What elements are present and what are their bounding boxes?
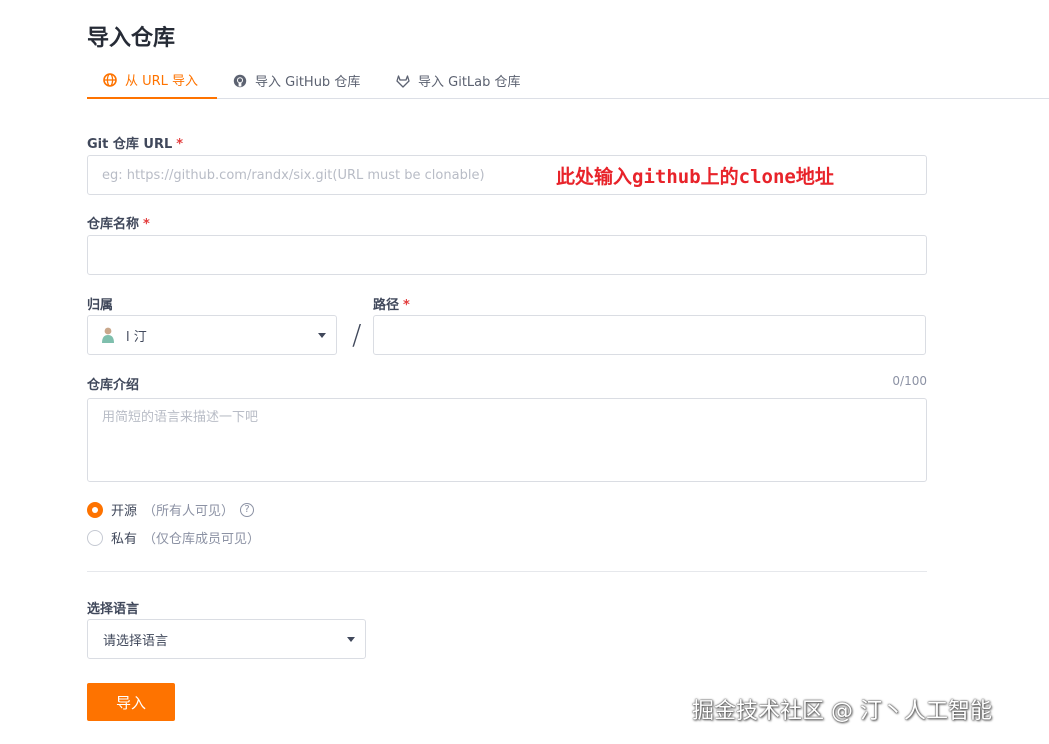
private-radio[interactable] <box>87 529 103 546</box>
path-input[interactable] <box>373 315 926 355</box>
required-mark: * <box>403 298 410 313</box>
description-label: 仓库介绍 <box>87 378 140 393</box>
tab-from-url[interactable]: 从 URL 导入 <box>87 62 217 99</box>
private-hint: （仅仓库成员可见） <box>143 532 261 547</box>
language-label: 选择语言 <box>87 602 140 617</box>
repo-name-input[interactable] <box>87 235 927 275</box>
owner-select[interactable]: l 汀 <box>87 315 337 355</box>
visibility-private-option[interactable]: 私有 （仅仓库成员可见） <box>87 528 260 547</box>
github-icon <box>233 74 247 88</box>
import-button[interactable]: 导入 <box>87 683 175 721</box>
section-divider <box>87 571 927 572</box>
description-textarea[interactable] <box>87 398 927 482</box>
chevron-down-icon <box>318 333 326 338</box>
import-tabs: 从 URL 导入 导入 GitHub 仓库 导入 GitLab 仓库 <box>87 62 1049 99</box>
gitlab-icon <box>396 74 410 88</box>
owner-value: l 汀 <box>126 329 147 345</box>
tab-gitlab[interactable]: 导入 GitLab 仓库 <box>396 62 521 99</box>
required-mark: * <box>143 217 150 232</box>
path-label: 路径 * <box>373 298 410 313</box>
tab-label: 导入 GitLab 仓库 <box>418 75 521 90</box>
public-label: 开源 <box>111 504 138 519</box>
owner-label: 归属 <box>87 298 114 313</box>
public-radio[interactable] <box>87 501 103 518</box>
language-value: 请选择语言 <box>103 633 169 649</box>
globe-icon <box>103 72 117 87</box>
path-separator: / <box>352 318 362 351</box>
description-counter: 0/100 <box>892 374 927 388</box>
repo-name-label: 仓库名称 * <box>87 217 150 232</box>
page-title: 导入仓库 <box>87 26 176 51</box>
git-url-label: Git 仓库 URL * <box>87 137 184 152</box>
tab-github[interactable]: 导入 GitHub 仓库 <box>233 62 360 99</box>
chevron-down-icon <box>347 637 355 642</box>
public-hint: （所有人可见） <box>143 504 235 519</box>
language-select[interactable]: 请选择语言 <box>87 619 366 659</box>
help-icon[interactable]: ? <box>240 502 255 517</box>
tab-label: 导入 GitHub 仓库 <box>255 75 361 90</box>
required-mark: * <box>176 137 184 152</box>
tab-label: 从 URL 导入 <box>125 74 199 89</box>
private-label: 私有 <box>111 532 138 547</box>
avatar <box>100 326 116 344</box>
visibility-public-option[interactable]: 开源 （所有人可见） ? <box>87 500 255 519</box>
annotation-text: 此处输入github上的clone地址 <box>556 166 834 188</box>
watermark: 掘金技术社区 @ 汀丶人工智能 <box>692 699 992 724</box>
